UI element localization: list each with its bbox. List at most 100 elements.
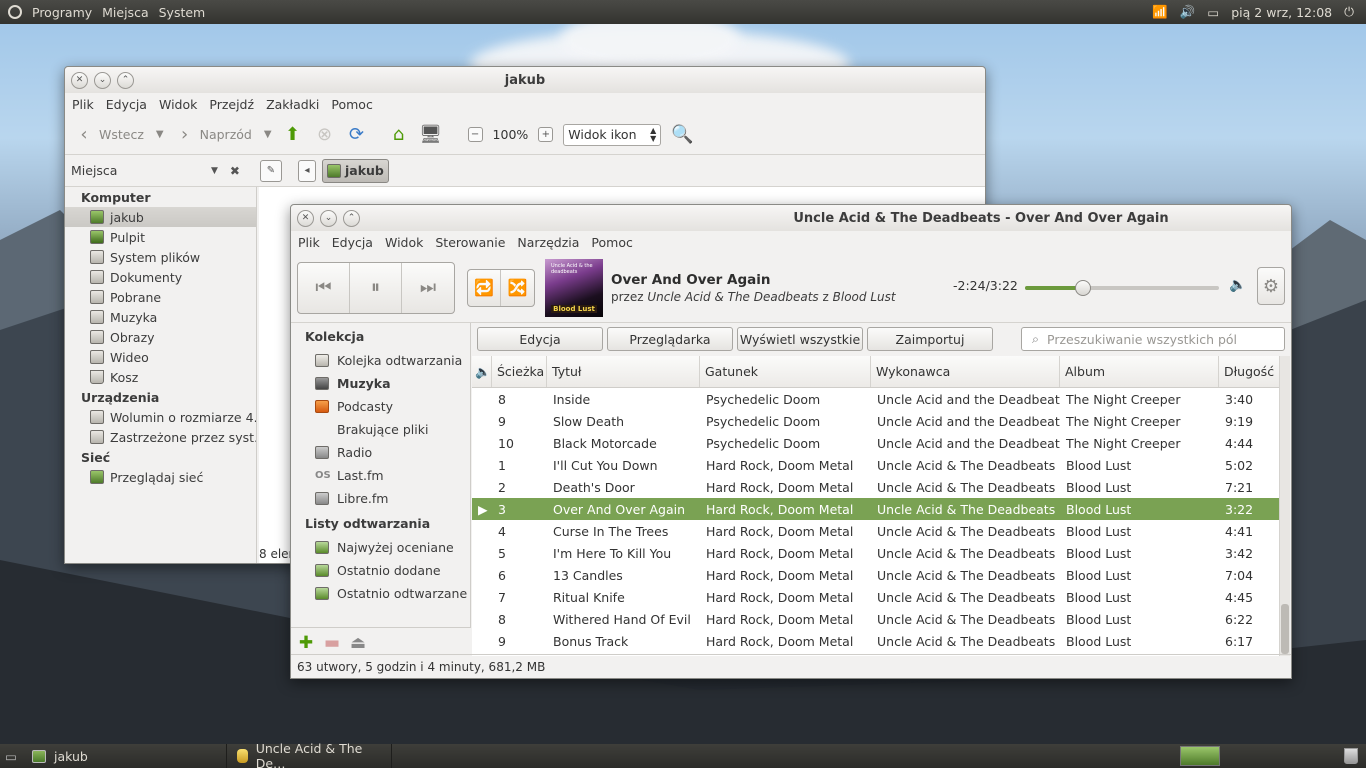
search-icon[interactable]: 🔍 xyxy=(671,124,693,146)
menu-go[interactable]: Przejdź xyxy=(209,97,254,112)
menu-control[interactable]: Sterowanie xyxy=(435,235,505,250)
menu-file[interactable]: Plik xyxy=(72,97,94,112)
import-button[interactable]: Zaimportuj xyxy=(867,327,993,351)
column-track[interactable]: Ścieżka xyxy=(492,356,547,387)
menu-view[interactable]: Widok xyxy=(385,235,423,250)
home-icon[interactable]: ⌂ xyxy=(388,124,410,146)
sidebar-item-missing-files[interactable]: Brakujące pliki xyxy=(291,418,470,441)
table-row[interactable]: 8 Inside Psychedelic Doom Uncle Acid and th… xyxy=(472,388,1281,410)
minimize-icon[interactable]: ⌄ xyxy=(320,209,337,227)
menu-bookmarks[interactable]: Zakładki xyxy=(266,97,319,112)
table-row-playing[interactable]: ▶ 3 Over And Over Again Hard Rock, Doom Met… xyxy=(472,498,1281,520)
sidebar-item-desktop[interactable]: Pulpit xyxy=(65,227,256,247)
edit-button[interactable]: Edycja xyxy=(477,327,603,351)
path-back-icon[interactable]: ◂ xyxy=(297,159,316,182)
column-genre[interactable]: Gatunek xyxy=(700,356,871,387)
clock[interactable]: pią 2 wrz, 12:08 xyxy=(1231,5,1332,20)
back-button[interactable]: ‹ Wstecz ▼ xyxy=(73,124,163,146)
sidebar-item-pictures[interactable]: Obrazy xyxy=(65,327,256,347)
places-label[interactable]: Miejsca xyxy=(65,163,211,178)
shuffle-button[interactable]: 🔀 xyxy=(501,270,534,306)
menu-help[interactable]: Pomoc xyxy=(331,97,372,112)
close-icon[interactable]: ✕ xyxy=(297,209,314,227)
forward-button[interactable]: › Naprzód ▼ xyxy=(174,124,272,146)
sidebar-item-trash[interactable]: Kosz xyxy=(65,367,256,387)
browser-button[interactable]: Przeglądarka xyxy=(607,327,733,351)
zoom-in-icon[interactable]: + xyxy=(538,127,554,142)
sidebar-item-downloads[interactable]: Pobrane xyxy=(65,287,256,307)
menu-edit[interactable]: Edycja xyxy=(332,235,373,250)
column-length[interactable]: Długość xyxy=(1219,356,1275,387)
menu-help[interactable]: Pomoc xyxy=(591,235,632,250)
table-row[interactable]: 1 I'll Cut You Down Hard Rock, Doom Metal U… xyxy=(472,454,1281,476)
column-artist[interactable]: Wykonawca xyxy=(871,356,1060,387)
menu-view[interactable]: Widok xyxy=(159,97,197,112)
album-art[interactable]: Uncle Acid & the deadbeats Blood Lust xyxy=(545,258,603,317)
menu-system[interactable]: System xyxy=(159,5,206,20)
sidebar-item-recently-added[interactable]: Ostatnio dodane xyxy=(291,559,470,582)
show-desktop-icon[interactable]: ▭ xyxy=(0,749,22,764)
seek-slider[interactable] xyxy=(1025,280,1219,296)
reload-icon[interactable]: ⟳ xyxy=(346,124,368,146)
ubuntu-logo-icon[interactable] xyxy=(8,5,22,19)
seek-handle[interactable] xyxy=(1075,280,1092,296)
stop-icon[interactable]: ⊗ xyxy=(314,124,336,146)
menu-tools[interactable]: Narzędzia xyxy=(517,235,579,250)
maximize-icon[interactable]: ⌃ xyxy=(117,71,134,89)
path-button-jakub[interactable]: jakub xyxy=(321,158,389,183)
sidebar-item-browse-network[interactable]: Przeglądaj sieć xyxy=(65,467,256,487)
sidebar-item-volume[interactable]: Wolumin o rozmiarze 4… xyxy=(65,407,256,427)
table-row[interactable]: 7 Ritual Knife Hard Rock, Doom Metal Uncle … xyxy=(472,586,1281,608)
table-row[interactable]: 6 13 Candles Hard Rock, Doom Metal Uncle Ac… xyxy=(472,564,1281,586)
sidebar-item-jakub[interactable]: jakub xyxy=(65,207,256,227)
sidebar-item-lastfm[interactable]: OS Last.fm xyxy=(291,464,470,487)
show-all-button[interactable]: Wyświetl wszystkie xyxy=(737,327,863,351)
workspace-switcher[interactable] xyxy=(1180,746,1220,766)
sidebar-item-librefm[interactable]: Libre.fm xyxy=(291,487,470,510)
close-icon[interactable]: ✕ xyxy=(71,71,88,89)
sidebar-item-top-rated[interactable]: Najwyżej oceniane xyxy=(291,536,470,559)
menu-edit[interactable]: Edycja xyxy=(106,97,147,112)
repeat-button[interactable]: 🔁 xyxy=(468,269,501,306)
volume-icon[interactable]: 🔈 xyxy=(1229,277,1246,293)
wifi-icon[interactable]: 📶 xyxy=(1152,4,1168,20)
taskbar-item-rhythmbox[interactable]: Uncle Acid & The De… xyxy=(227,741,392,768)
trash-icon[interactable] xyxy=(1344,748,1358,764)
column-album[interactable]: Album xyxy=(1060,356,1219,387)
sidebar-item-videos[interactable]: Wideo xyxy=(65,347,256,367)
taskbar-item-file-manager[interactable]: jakub xyxy=(22,744,227,768)
previous-button[interactable]: ⏮ xyxy=(298,262,350,313)
table-row[interactable]: 5 I'm Here To Kill You Hard Rock, Doom Met… xyxy=(472,542,1281,564)
settings-button[interactable]: ⚙ xyxy=(1257,267,1285,305)
maximize-icon[interactable]: ⌃ xyxy=(343,209,360,227)
menu-programs[interactable]: Programy xyxy=(32,5,92,20)
file-manager-titlebar[interactable]: ✕ ⌄ ⌃ jakub xyxy=(65,67,985,93)
menu-file[interactable]: Plik xyxy=(298,235,320,250)
sidebar-item-music[interactable]: Muzyka xyxy=(291,372,470,395)
next-button[interactable]: ⏭ xyxy=(402,263,454,313)
sidebar-item-reserved[interactable]: Zastrzeżone przez syst… xyxy=(65,427,256,447)
remove-playlist-icon[interactable]: ▬ xyxy=(321,632,343,654)
search-input[interactable]: ⌕ Przeszukiwanie wszystkich pól xyxy=(1021,327,1285,351)
edit-location-icon[interactable]: ✎ xyxy=(259,159,282,182)
sidebar-item-queue[interactable]: Kolejka odtwarzania xyxy=(291,349,470,372)
sidebar-item-recently-played[interactable]: Ostatnio odtwarzane xyxy=(291,582,470,605)
close-sidebar-icon[interactable]: ✖ xyxy=(230,164,240,178)
menu-places[interactable]: Miejsca xyxy=(102,5,148,20)
column-title[interactable]: Tytuł xyxy=(547,356,700,387)
table-row[interactable]: 10 Black Motorcade Psychedelic Doom Uncle A… xyxy=(472,432,1281,454)
computer-icon[interactable]: 🖥 xyxy=(419,124,442,146)
scrollbar-thumb[interactable] xyxy=(1281,604,1289,654)
power-icon[interactable]: ⏻ xyxy=(1344,4,1354,20)
column-playing-indicator[interactable]: 🔈 xyxy=(472,356,492,387)
view-mode-select[interactable]: Widok ikon ▲ ▼ xyxy=(563,123,662,146)
table-row[interactable]: 2 Death's Door Hard Rock, Doom Metal Uncle … xyxy=(472,476,1281,498)
table-row[interactable]: 9 Bonus Track Hard Rock, Doom Metal Uncle A… xyxy=(472,630,1281,652)
sidebar-item-music[interactable]: Muzyka xyxy=(65,307,256,327)
volume-icon[interactable]: 🔊 xyxy=(1180,4,1196,20)
minimize-icon[interactable]: ⌄ xyxy=(94,71,111,89)
places-dropdown-icon[interactable]: ▼ xyxy=(211,166,218,176)
zoom-out-icon[interactable]: − xyxy=(467,127,483,142)
rhythmbox-titlebar[interactable]: ✕ ⌄ ⌃ Uncle Acid & The Deadbeats - Over … xyxy=(291,205,1291,231)
table-row[interactable]: 9 Slow Death Psychedelic Doom Uncle Acid an… xyxy=(472,410,1281,432)
